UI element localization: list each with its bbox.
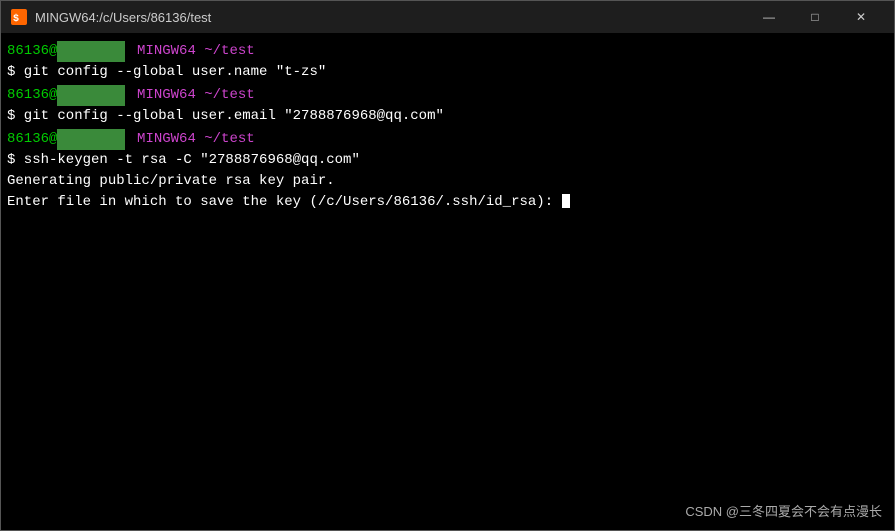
terminal-icon: $ [11, 9, 27, 25]
window-title: MINGW64:/c/Users/86136/test [35, 10, 211, 25]
window-controls: — □ ✕ [746, 1, 884, 33]
path-info-3: MINGW64 ~/test [129, 129, 255, 150]
host-masked-2 [57, 85, 124, 106]
minimize-button[interactable]: — [746, 1, 792, 33]
username-2: 86136 [7, 85, 49, 106]
terminal-body[interactable]: 86136@ MINGW64 ~/test $ git config --glo… [1, 33, 894, 530]
username-3: 86136 [7, 129, 49, 150]
svg-text:$: $ [13, 13, 19, 25]
command-line-3: $ ssh-keygen -t rsa -C "2788876968@qq.co… [7, 150, 888, 171]
path-info-1: MINGW64 ~/test [129, 41, 255, 62]
maximize-button[interactable]: □ [792, 1, 838, 33]
watermark: CSDN @三冬四夏会不会有点漫长 [685, 501, 882, 520]
cursor [562, 194, 570, 208]
prompt-line-2: 86136@ MINGW64 ~/test [7, 85, 888, 106]
block-1: 86136@ MINGW64 ~/test $ git config --glo… [7, 41, 888, 83]
host-masked-3 [57, 129, 124, 150]
terminal-window: $ MINGW64:/c/Users/86136/test — □ ✕ 8613… [0, 0, 895, 531]
command-text-3: $ ssh-keygen -t rsa -C "2788876968@qq.co… [7, 150, 360, 171]
command-line-2: $ git config --global user.email "278887… [7, 106, 888, 127]
command-text-2: $ git config --global user.email "278887… [7, 106, 444, 127]
command-text-1: $ git config --global user.name "t-zs" [7, 62, 326, 83]
block-3: 86136@ MINGW64 ~/test $ ssh-keygen -t rs… [7, 129, 888, 213]
title-bar-left: $ MINGW64:/c/Users/86136/test [11, 9, 211, 25]
title-bar: $ MINGW64:/c/Users/86136/test — □ ✕ [1, 1, 894, 33]
path-info-2: MINGW64 ~/test [129, 85, 255, 106]
prompt-line-3: 86136@ MINGW64 ~/test [7, 129, 888, 150]
prompt-line-1: 86136@ MINGW64 ~/test [7, 41, 888, 62]
output-line-2: Enter file in which to save the key (/c/… [7, 192, 888, 213]
block-2: 86136@ MINGW64 ~/test $ git config --glo… [7, 85, 888, 127]
host-masked-1 [57, 41, 124, 62]
output-line-1: Generating public/private rsa key pair. [7, 171, 888, 192]
username-1: 86136 [7, 41, 49, 62]
terminal-content: 86136@ MINGW64 ~/test $ git config --glo… [7, 41, 888, 213]
command-line-1: $ git config --global user.name "t-zs" [7, 62, 888, 83]
close-button[interactable]: ✕ [838, 1, 884, 33]
